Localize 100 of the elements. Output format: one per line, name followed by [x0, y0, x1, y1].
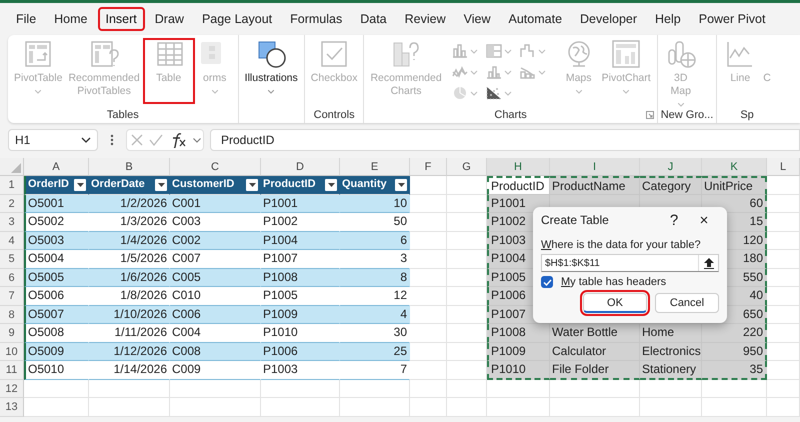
filter-button[interactable] [325, 178, 337, 191]
table-cell: O5010 [24, 361, 89, 380]
range-field[interactable]: $H$1:$K$11 [541, 254, 719, 272]
header-label: CustomerID [172, 177, 234, 192]
row-header[interactable]: 11 [0, 361, 24, 380]
table-cell: 6 [340, 232, 410, 250]
row-header[interactable]: 1 [0, 176, 24, 194]
column-header[interactable]: D [261, 158, 340, 176]
group-label: Controls [314, 109, 355, 121]
table-cell: P1004 [261, 232, 340, 250]
menu-tab[interactable]: Page Layout [196, 9, 278, 29]
menu-tab[interactable]: Data [354, 9, 393, 29]
triangle-icon [398, 182, 404, 187]
column-header[interactable]: E [340, 158, 410, 176]
triangle-icon [76, 182, 84, 187]
row-header[interactable]: 5 [0, 250, 24, 268]
table-cell: O5005 [24, 268, 89, 287]
menu-tab[interactable]: Review [398, 9, 452, 29]
check-icon[interactable] [148, 133, 162, 147]
table-cell: O5003 [24, 232, 89, 250]
filter-button[interactable] [74, 178, 86, 191]
header-label: OrderID [28, 177, 69, 192]
row-header[interactable]: 3 [0, 213, 24, 232]
filter-button[interactable] [395, 178, 407, 191]
dialog-launcher-icon[interactable] [646, 111, 654, 119]
row-header[interactable]: 7 [0, 287, 24, 306]
checkbox[interactable] [541, 276, 553, 288]
close-icon[interactable] [130, 133, 144, 147]
row-header[interactable]: 10 [0, 342, 24, 361]
group-label: Tables [106, 109, 139, 121]
triangle-icon [11, 163, 21, 173]
row-header[interactable]: 9 [0, 324, 24, 342]
checkmark-icon [542, 278, 552, 286]
table-cell: P1006 [261, 342, 340, 361]
menu-tab[interactable]: View [458, 9, 497, 29]
group-label: Charts [494, 109, 527, 121]
filter-button[interactable] [155, 178, 167, 191]
column-header[interactable]: F [410, 158, 447, 176]
table-cell: C002 [170, 232, 261, 250]
table-cell: C005 [170, 268, 261, 287]
row-header[interactable]: 8 [0, 306, 24, 324]
table-cell: P1008 [487, 324, 550, 342]
menu-tab[interactable]: Automate [502, 9, 568, 29]
menu-tab[interactable]: Power Pivot [692, 9, 772, 29]
table-cell: 1/14/2026 [89, 361, 170, 380]
table-cell: P1010 [487, 361, 550, 380]
table-cell: O5009 [24, 342, 89, 361]
select-all-button[interactable] [0, 158, 24, 176]
upload-icon[interactable] [704, 258, 714, 268]
table-cell: C006 [170, 306, 261, 324]
table-cell: UnitPrice [702, 176, 767, 194]
dialog-button[interactable]: Cancel [655, 293, 719, 313]
formula-field[interactable]: ProductID [210, 129, 800, 151]
table-cell: 35 [702, 361, 767, 380]
menu-tab[interactable]: File [10, 9, 42, 29]
drag-handle-icon[interactable] [110, 134, 114, 146]
column-header[interactable]: H [487, 158, 550, 176]
row-header[interactable]: 13 [0, 398, 24, 416]
table-cell: P1008 [261, 268, 340, 287]
menu-tab[interactable]: Home [48, 9, 94, 29]
table-cell: 1/4/2026 [89, 232, 170, 250]
column-header[interactable]: A [24, 158, 89, 176]
help-button[interactable]: ? [659, 212, 689, 228]
table-cell: ProductID [487, 176, 550, 194]
column-header[interactable]: I [550, 158, 640, 176]
row-header[interactable]: 12 [0, 380, 24, 398]
table-cell: C001 [170, 194, 261, 213]
menu-tab[interactable]: Insert [100, 9, 143, 29]
table-cell: 1/2/2026 [89, 194, 170, 213]
table-cell: Electronics [640, 342, 702, 361]
row-header[interactable]: 2 [0, 194, 24, 213]
table-cell: 1/12/2026 [89, 342, 170, 361]
table-cell: ProductName [550, 176, 640, 194]
column-header[interactable]: B [89, 158, 170, 176]
header-label: Quantity [342, 177, 387, 192]
table-cell: O5001 [24, 194, 89, 213]
column-header[interactable]: C [170, 158, 261, 176]
table-cell: P1001 [261, 194, 340, 213]
row-header[interactable]: 6 [0, 268, 24, 287]
table-cell: 10 [340, 194, 410, 213]
triangle-icon [158, 182, 164, 187]
table-cell: Calculator [550, 342, 640, 361]
table-cell: O5007 [24, 306, 89, 324]
menu-tab[interactable]: Help [649, 9, 687, 29]
illustrations-button[interactable]: Illustrations [242, 38, 301, 104]
name-box[interactable]: H1 [8, 129, 98, 151]
menu-tab[interactable]: Developer [574, 9, 644, 29]
table-cell: 8 [340, 268, 410, 287]
table-cell: 950 [702, 342, 767, 361]
caret-icon[interactable] [81, 137, 91, 143]
column-header[interactable]: L [767, 158, 800, 176]
name-box-text: H1 [15, 133, 30, 147]
column-header[interactable]: J [640, 158, 702, 176]
menu-tab[interactable]: Formulas [284, 9, 348, 29]
row-header[interactable]: 4 [0, 232, 24, 250]
filter-button[interactable] [246, 178, 258, 191]
dialog-button[interactable]: OK [583, 293, 647, 313]
column-header[interactable]: K [702, 158, 767, 176]
menu-tab[interactable]: Draw [148, 9, 190, 29]
column-header[interactable]: G [447, 158, 487, 176]
